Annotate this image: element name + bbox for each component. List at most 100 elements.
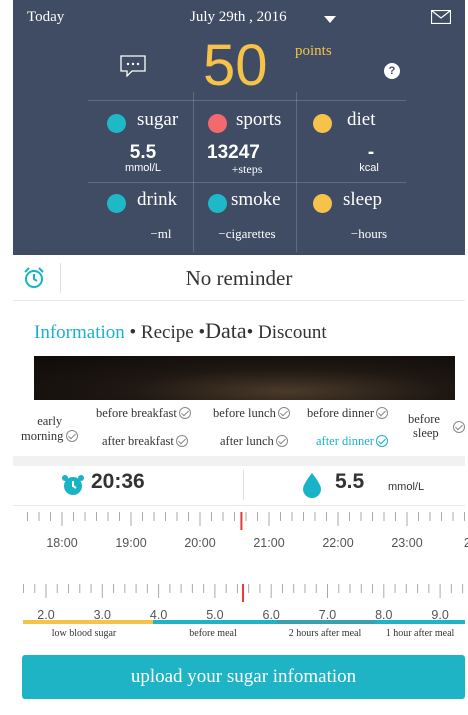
grid-divider	[88, 100, 406, 101]
option-after-breakfast[interactable]: after breakfast	[102, 434, 188, 449]
option-label: after lunch	[220, 434, 274, 448]
ruler-label: 22:00	[322, 536, 354, 550]
metric-value: 5.5	[129, 142, 157, 163]
option-label: before	[408, 412, 440, 426]
sugar-dot-icon	[107, 114, 126, 133]
ruler-label: 23:00	[391, 536, 423, 550]
metric-label: drink	[137, 189, 178, 210]
drink-dot-icon	[107, 194, 126, 213]
metric-sports[interactable]: sports 13247 +steps	[195, 106, 299, 186]
check-icon	[375, 407, 388, 419]
zone-label: 2 hours after meal	[288, 628, 362, 639]
help-icon[interactable]: ?	[384, 63, 400, 79]
metric-sugar[interactable]: sugar 5.5 mmol/L	[91, 106, 195, 186]
nav-separator: •	[246, 322, 254, 343]
date-selector[interactable]: July 29th , 2016	[190, 9, 287, 26]
ruler-label: 19:00	[115, 536, 147, 550]
reminder-text: No reminder	[185, 266, 293, 290]
metric-unit: kcal	[359, 162, 379, 174]
metric-unit: −hours	[350, 226, 388, 241]
option-label: before dinner	[307, 406, 374, 420]
ruler-label: 18:00	[46, 536, 78, 550]
meal-time-selector: early morning before breakfast before lu…	[13, 400, 465, 456]
diet-dot-icon	[313, 114, 332, 133]
tab-recipe[interactable]: Recipe	[141, 322, 194, 343]
mail-icon[interactable]	[431, 10, 451, 24]
metric-label: smoke	[231, 189, 281, 210]
option-early-morning[interactable]: early morning	[21, 414, 79, 444]
option-label: before lunch	[213, 406, 276, 420]
article-image[interactable]	[34, 356, 455, 400]
zone-label: 1 hour after meal	[385, 628, 455, 639]
check-icon	[275, 435, 288, 447]
option-label: early	[37, 414, 63, 428]
check-icon	[277, 407, 290, 419]
metric-value: -	[367, 142, 375, 163]
check-icon	[375, 435, 388, 447]
alarm-clock-icon	[62, 475, 84, 495]
content-nav: Information • Recipe •Data• Discount	[34, 318, 327, 344]
reading-time[interactable]: 20:36	[91, 470, 145, 494]
ruler-ticks	[27, 512, 465, 530]
metric-label: sugar	[137, 109, 179, 130]
option-label: morning	[21, 429, 64, 443]
upload-button[interactable]: upload your sugar infomation	[22, 655, 465, 699]
check-icon[interactable]	[453, 421, 465, 433]
option-before-dinner[interactable]: before dinner	[307, 406, 388, 421]
zone-before-meal	[153, 620, 277, 624]
tab-data[interactable]: Data	[205, 318, 247, 343]
score-value: 50	[203, 33, 268, 98]
reading-summary: 20:36 5.5 mmol/L	[13, 466, 465, 506]
sports-dot-icon	[208, 114, 227, 133]
metric-label: sleep	[343, 189, 383, 210]
option-label: after dinner	[316, 434, 374, 448]
metric-label: sports	[236, 109, 282, 130]
range-zones	[23, 620, 465, 624]
ruler-label: 23:5	[463, 536, 468, 550]
score-label: points	[295, 43, 332, 59]
metric-label: diet	[347, 109, 376, 130]
summary-panel: Today July 29th , 2016 50 points ? sugar…	[13, 0, 465, 255]
option-after-lunch[interactable]: after lunch	[220, 434, 288, 449]
nav-separator: •	[129, 322, 137, 343]
metric-smoke[interactable]: smoke −cigarettes	[195, 186, 299, 266]
ruler-ticks	[22, 584, 464, 602]
reading-value[interactable]: 5.5	[335, 470, 364, 494]
smoke-dot-icon	[208, 194, 227, 213]
option-before-lunch[interactable]: before lunch	[213, 406, 290, 421]
option-before-sleep[interactable]: before sleep	[408, 412, 440, 440]
metric-unit: mmol/L	[124, 162, 162, 174]
zone-label: before meal	[189, 628, 237, 639]
time-ruler[interactable]: 18:00 19:00 20:00 21:00 22:00 23:00 23:5	[13, 512, 468, 566]
metric-value: 13247	[207, 142, 260, 163]
metric-unit: −cigarettes	[218, 226, 276, 241]
today-label[interactable]: Today	[27, 9, 64, 26]
option-label: after breakfast	[102, 434, 174, 448]
ruler-label: 21:00	[253, 536, 285, 550]
metric-sleep[interactable]: sleep −hours	[299, 186, 403, 266]
tab-information[interactable]: Information	[34, 322, 125, 343]
ruler-label: 20:00	[184, 536, 216, 550]
zone-1h-after	[375, 620, 465, 624]
chevron-down-icon[interactable]	[324, 16, 336, 23]
option-before-breakfast[interactable]: before breakfast	[96, 406, 191, 421]
option-after-dinner[interactable]: after dinner	[316, 434, 388, 449]
tab-discount[interactable]: Discount	[258, 322, 327, 343]
message-icon[interactable]	[120, 55, 146, 77]
blood-drop-icon	[303, 473, 321, 498]
metric-diet[interactable]: diet - kcal	[299, 106, 403, 186]
reminder-bar[interactable]: No reminder	[13, 255, 465, 301]
option-label: before breakfast	[96, 406, 177, 420]
check-icon	[66, 430, 79, 442]
zone-label: low blood sugar	[51, 628, 117, 639]
sleep-dot-icon	[313, 194, 332, 213]
zone-low	[23, 620, 153, 624]
check-icon	[175, 435, 188, 447]
metric-drink[interactable]: drink −ml	[91, 186, 195, 266]
section-divider	[13, 456, 465, 466]
option-label: sleep	[413, 426, 439, 440]
divider	[243, 470, 244, 500]
zone-2h-after	[277, 620, 375, 624]
check-icon	[178, 407, 191, 419]
reading-unit: mmol/L	[388, 481, 425, 493]
